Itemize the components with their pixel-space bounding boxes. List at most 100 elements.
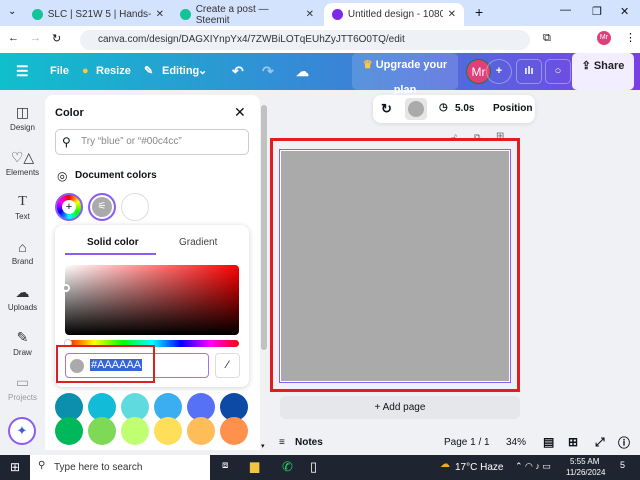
upgrade-button[interactable]: ♛ Upgrade your plan <box>352 53 458 96</box>
page-view-icon[interactable]: ▤ <box>543 435 554 449</box>
chrome-app-icon[interactable]: ▯ <box>310 459 317 475</box>
upload-cloud-icon: ☁ <box>15 284 30 300</box>
file-explorer-icon[interactable]: ▆ <box>250 459 259 473</box>
color-swatch[interactable] <box>55 417 83 445</box>
share-button[interactable]: ⇪ Share <box>572 53 634 90</box>
canva-icon <box>332 9 343 20</box>
add-collaborator-icon[interactable]: + <box>486 59 512 84</box>
share-upload-icon: ⇪ <box>581 60 591 72</box>
search-icon: ⚲ <box>38 460 46 471</box>
panel-title: Color <box>55 107 84 119</box>
zoom-level[interactable]: 34% <box>506 437 526 448</box>
new-tab-icon[interactable]: + <box>475 4 483 20</box>
fullscreen-icon[interactable]: ⤢ <box>595 435 605 450</box>
resize-button[interactable]: Resize <box>96 53 131 90</box>
color-swatch[interactable] <box>88 417 116 445</box>
reload-icon[interactable]: ↻ <box>52 32 61 45</box>
whatsapp-icon[interactable]: ✆ <box>282 459 293 475</box>
sidebar-item-brand[interactable]: ⌂ Brand <box>0 239 45 266</box>
taskbar-search-input[interactable]: Type here to search <box>30 455 210 480</box>
eyedropper-button[interactable]: ⁄ <box>215 353 240 378</box>
folder-icon: ▭ <box>15 374 30 390</box>
url-field[interactable]: canva.com/design/DAGXIYnpYx4/7ZWBiLOTqEU… <box>80 30 530 50</box>
add-page-button[interactable]: + Add page <box>280 396 520 419</box>
grid-view-icon[interactable]: ⊞ <box>568 435 578 449</box>
close-icon[interactable]: ✕ <box>448 9 456 20</box>
windows-start-icon[interactable]: ⊞ <box>10 460 20 474</box>
draw-icon: ✎ <box>16 329 29 345</box>
comment-icon[interactable]: ○ <box>545 59 571 84</box>
editing-button[interactable]: Editing <box>162 53 199 90</box>
animate-icon[interactable]: ↻ <box>381 101 392 117</box>
bottom-bar: ≡ Notes Page 1 / 1 34% ▤ ⊞ ⤢ ⓘ <box>262 432 640 454</box>
document-colors-heading: Document colors <box>75 170 157 181</box>
insights-chart-icon[interactable]: ılı <box>516 59 542 84</box>
brand-icon: ⌂ <box>18 239 27 255</box>
picker-handle[interactable] <box>62 284 70 292</box>
back-icon[interactable]: ← <box>8 32 19 44</box>
tab-solid-color[interactable]: Solid color <box>87 237 139 248</box>
selected-rectangle[interactable] <box>279 149 511 383</box>
close-icon[interactable]: ✕ <box>234 104 246 121</box>
weather-icon: ☁ <box>440 459 450 470</box>
sidebar-item-draw[interactable]: ✎ Draw <box>0 329 45 357</box>
system-tray-icons[interactable]: ⌃ ◠ ♪ ▭ <box>515 461 551 472</box>
close-icon[interactable]: ✕ <box>156 9 164 20</box>
fill-color-button[interactable] <box>405 98 427 120</box>
file-button[interactable]: File <box>50 53 69 90</box>
color-swatch[interactable] <box>220 417 248 445</box>
extensions-icon[interactable]: ⧉ <box>543 32 551 45</box>
sidebar-item-text[interactable]: T Text <box>0 194 45 221</box>
palette-icon: ◎ <box>57 169 68 183</box>
minimize-icon[interactable]: — <box>560 4 571 16</box>
close-window-icon[interactable]: ✕ <box>620 5 629 18</box>
tab-list-chevron-icon[interactable]: ⌄ <box>8 6 16 17</box>
duration-button[interactable]: 5.0s <box>455 103 474 114</box>
browser-tab-active[interactable]: Untitled design - 1080 × 1080p✕ <box>324 3 464 26</box>
tab-gradient[interactable]: Gradient <box>179 237 217 248</box>
browser-tab[interactable]: Create a post — Steemit ✕ <box>172 3 322 26</box>
page-indicator[interactable]: Page 1 / 1 <box>444 437 490 448</box>
sidebar-item-design[interactable]: ◫ Design <box>0 104 45 132</box>
sidebar-item-projects[interactable]: ▭ Projects <box>0 374 45 402</box>
task-view-icon[interactable]: ⧈ <box>222 460 228 471</box>
help-icon[interactable]: ⓘ <box>618 434 630 451</box>
clock-date[interactable]: 11/26/2024 <box>566 468 605 477</box>
restore-icon[interactable]: ❐ <box>592 5 602 18</box>
redo-icon[interactable]: ↷ <box>262 53 274 90</box>
color-swatch-white[interactable] <box>121 193 149 221</box>
profile-avatar[interactable]: Mr <box>597 31 611 45</box>
steemit-icon <box>32 9 43 20</box>
close-icon[interactable]: ✕ <box>306 9 314 20</box>
text-icon: T <box>18 194 27 209</box>
panel-scrollbar[interactable]: ▾ <box>260 95 268 450</box>
undo-icon[interactable]: ↶ <box>232 53 244 90</box>
add-color-button[interactable]: + <box>55 193 83 221</box>
crown-icon: ● <box>82 65 89 77</box>
design-icon: ◫ <box>15 104 30 120</box>
notifications-badge[interactable]: 5 <box>620 460 625 470</box>
color-swatch[interactable] <box>154 417 182 445</box>
browser-tab[interactable]: SLC | S21W 5 | Hands-On Practi✕ <box>24 3 172 26</box>
sidebar-item-elements[interactable]: ♡△ Elements <box>0 149 45 177</box>
color-swatch-selected[interactable]: ⚟ <box>88 193 116 221</box>
sidebar-item-uploads[interactable]: ☁ Uploads <box>0 284 45 312</box>
eyedropper-icon: ⁄ <box>226 359 229 371</box>
weather-text[interactable]: 17°C Haze <box>455 462 503 473</box>
color-swatch[interactable] <box>121 417 149 445</box>
color-swatch[interactable] <box>187 417 215 445</box>
notes-button[interactable]: Notes <box>295 437 323 448</box>
saturation-brightness-area[interactable] <box>62 265 239 335</box>
steemit-icon <box>180 9 191 20</box>
elements-icon: ♡△ <box>10 149 35 165</box>
forward-icon[interactable]: → <box>30 32 41 44</box>
clock-time[interactable]: 5:55 AM <box>570 457 599 466</box>
plus-icon: + <box>62 200 76 214</box>
menu-kebab-icon[interactable]: ⋮ <box>625 31 636 44</box>
cloud-saved-icon[interactable]: ☁ <box>296 53 309 90</box>
magic-sparkle-button[interactable]: ✦ <box>8 417 36 445</box>
position-button[interactable]: Position <box>493 103 532 114</box>
menu-icon[interactable]: ☰ <box>16 53 29 90</box>
color-search-input[interactable]: Try “blue” or “#00c4cc” <box>55 129 249 155</box>
design-page[interactable] <box>270 138 520 392</box>
